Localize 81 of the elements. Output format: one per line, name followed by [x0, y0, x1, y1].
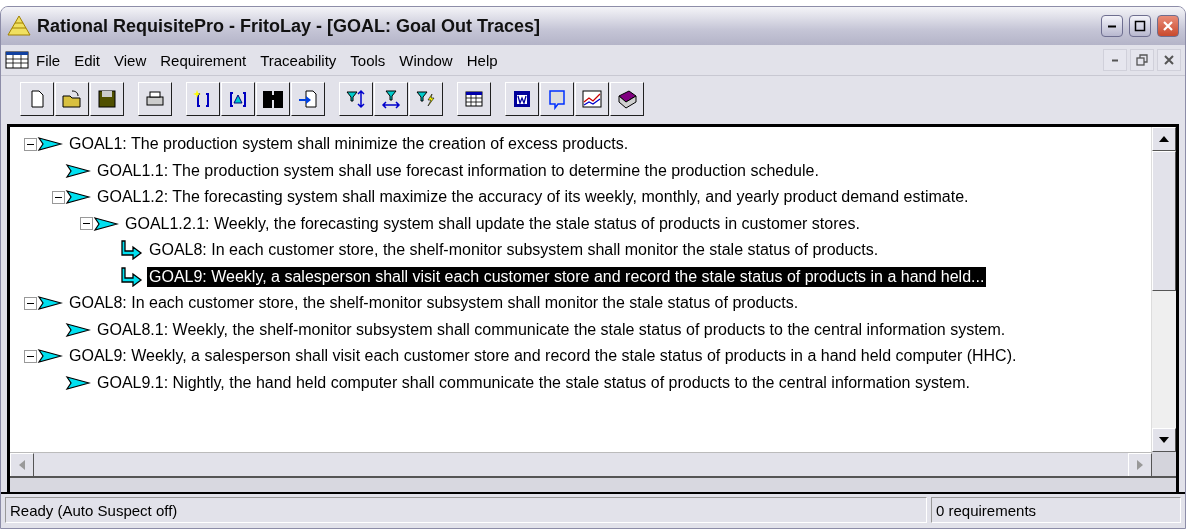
filter-horizontal-arrows-icon: [380, 88, 402, 110]
open-folder-icon: [61, 88, 83, 110]
grid-document-icon: [5, 50, 29, 70]
arrow-icon: [37, 294, 63, 313]
splitter-bar[interactable]: [10, 476, 1176, 492]
horizontal-scrollbar[interactable]: [10, 452, 1152, 476]
right-arrow-icon: [1137, 460, 1143, 470]
line-chart-icon: [581, 88, 603, 110]
bent-arrow-icon: [121, 266, 143, 287]
toolbar-button[interactable]: [457, 82, 491, 116]
toolbar-button[interactable]: [20, 82, 54, 116]
menu-item[interactable]: Requirement: [153, 49, 254, 71]
tree-item[interactable]: GOAL8: In each customer store, the shelf-monitor subsystem shall monitor the stale status of products.: [147, 240, 881, 261]
menu-item[interactable]: Help: [459, 49, 505, 71]
toolbar-button[interactable]: [409, 82, 443, 116]
collapse-toggle[interactable]: [52, 190, 65, 204]
speech-bubble-icon: [546, 88, 568, 110]
close-button[interactable]: [1157, 15, 1179, 37]
toolbar-button[interactable]: [505, 82, 539, 116]
arrow-icon: [37, 135, 63, 154]
arrow-icon: [93, 214, 119, 233]
toolbar-button[interactable]: [256, 82, 290, 116]
menu-item[interactable]: Tools: [343, 49, 393, 71]
menu-item[interactable]: File: [29, 49, 68, 71]
toolbar-button[interactable]: [374, 82, 408, 116]
toolbar-button[interactable]: [55, 82, 89, 116]
tree-item[interactable]: GOAL9: Weekly, a salesperson shall visit each customer store and record the stale status of products in a hand held computer (HHC).: [67, 346, 1019, 367]
tree-item[interactable]: GOAL9.1: Nightly, the hand held computer shall communicate the stale status of products to the central information system.: [95, 372, 973, 393]
restore-button[interactable]: [1130, 49, 1154, 71]
tree-item[interactable]: GOAL1.1: The production system shall use forecast information to determine the production schedule.: [95, 160, 821, 181]
toolbar-button[interactable]: [575, 82, 609, 116]
toolbar-button[interactable]: [610, 82, 644, 116]
tree-item[interactable]: GOAL1.2.1: Weekly, the forecasting system shall update the stale status of products in customer stores.: [123, 213, 862, 234]
window-title: Rational RequisitePro - FritoLay - [GOAL: Goal Out Traces]: [37, 15, 542, 37]
up-arrow-icon: [1159, 136, 1169, 142]
import-arrow-icon: [297, 88, 319, 110]
toolbar-button[interactable]: [339, 82, 373, 116]
menu-item[interactable]: View: [107, 49, 154, 71]
toolbar-button[interactable]: [221, 82, 255, 116]
minimize-icon: [1111, 58, 1119, 62]
table-grid-icon: [463, 88, 485, 110]
left-arrow-icon: [19, 460, 25, 470]
menu-item[interactable]: Edit: [67, 49, 108, 71]
maximize-button[interactable]: [1129, 15, 1151, 37]
pyramid-logo-icon: [7, 15, 31, 37]
minimize-icon: [1107, 24, 1117, 28]
toolbar-button[interactable]: [90, 82, 124, 116]
arrow-icon: [65, 161, 91, 180]
collapse-toggle[interactable]: [24, 296, 37, 310]
arrow-icon: [65, 373, 91, 392]
collapse-toggle[interactable]: [24, 137, 37, 151]
toolbar-button[interactable]: [138, 82, 172, 116]
requirement-count: 0 requirements: [931, 497, 1181, 523]
help-book-icon: [616, 88, 638, 110]
vertical-scrollbar[interactable]: [1151, 127, 1176, 452]
scrollbar-corner: [1152, 452, 1176, 476]
maximize-icon: [1134, 20, 1146, 32]
collapse-toggle[interactable]: [80, 217, 93, 231]
arrow-icon: [37, 347, 63, 366]
close-icon: [1162, 20, 1174, 32]
arrow-icon: [65, 188, 91, 207]
tree-item[interactable]: GOAL8: In each customer store, the shelf-monitor subsystem shall monitor the stale status of products.: [67, 293, 801, 314]
arrow-icon: [65, 320, 91, 339]
toolbar-button[interactable]: [186, 82, 220, 116]
word-document-icon: [511, 88, 533, 110]
tree-item[interactable]: GOAL1: The production system shall minimize the creation of excess products.: [67, 134, 631, 155]
minimize-button[interactable]: [1101, 15, 1123, 37]
tree-item[interactable]: GOAL9: Weekly, a salesperson shall visit each customer store and record the stale status of products in a hand held...: [147, 266, 987, 287]
menu-item[interactable]: Traceability: [253, 49, 344, 71]
toolbar-button[interactable]: [540, 82, 574, 116]
tree-item[interactable]: GOAL8.1: Weekly, the shelf-monitor subsystem shall communicate the stale status of products to the central information system.: [95, 319, 1008, 340]
down-arrow-icon: [1159, 437, 1169, 443]
close-icon: [1164, 55, 1174, 65]
tree-item[interactable]: GOAL1.2: The forecasting system shall maximize the accuracy of its weekly, monthly, and yearly product demand estimate.: [95, 187, 971, 208]
bent-arrow-icon: [121, 240, 143, 261]
filter-vertical-arrows-icon: [345, 88, 367, 110]
restore-icon: [1136, 54, 1148, 66]
collapse-toggle[interactable]: [24, 349, 37, 363]
toolbar-button[interactable]: [291, 82, 325, 116]
menu-item[interactable]: Window: [392, 49, 460, 71]
status-message: Ready (Auto Suspect off): [5, 497, 927, 523]
